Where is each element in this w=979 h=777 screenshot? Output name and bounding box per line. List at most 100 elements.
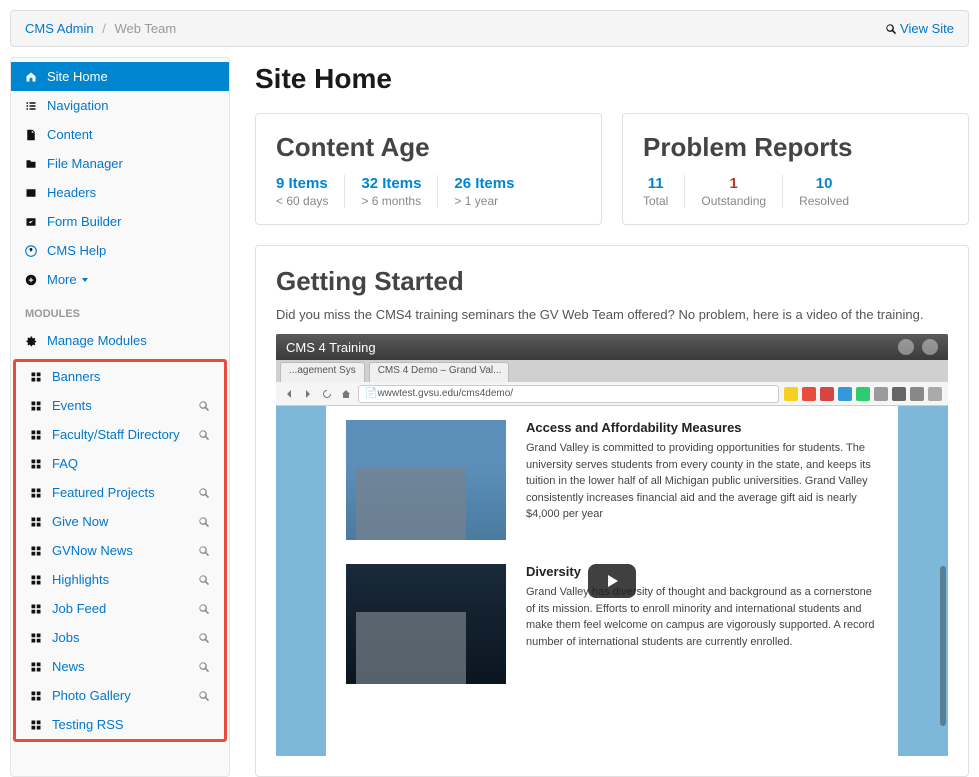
grid-icon (30, 458, 44, 470)
video-title-bar: CMS 4 Training (276, 334, 948, 360)
grid-icon (30, 429, 44, 441)
article-title: Access and Affordability Measures (526, 420, 878, 435)
breadcrumb-root[interactable]: CMS Admin (25, 21, 94, 36)
gear-icon (25, 335, 39, 347)
grid-icon (30, 574, 44, 586)
search-icon[interactable] (198, 487, 210, 499)
image-icon (25, 187, 39, 199)
view-site-link[interactable]: View Site (885, 21, 954, 36)
extension-icons (784, 387, 942, 401)
getting-started-title: Getting Started (276, 266, 948, 297)
magnify-icon (885, 23, 897, 35)
share-icon[interactable] (922, 339, 938, 355)
module-item-highlights[interactable]: Highlights (16, 565, 224, 594)
module-item-events[interactable]: Events (16, 391, 224, 420)
article-title: Diversity (526, 564, 878, 579)
search-icon[interactable] (198, 516, 210, 528)
sidebar-item-file-manager[interactable]: File Manager (11, 149, 229, 178)
grid-icon (30, 400, 44, 412)
problem-reports-card: Problem Reports 11Total1Outstanding10Res… (622, 113, 969, 225)
sidebar-item-navigation[interactable]: Navigation (11, 91, 229, 120)
top-bar: CMS Admin / Web Team View Site (10, 10, 969, 47)
manage-modules-link[interactable]: Manage Modules (11, 326, 229, 355)
module-item-news[interactable]: News (16, 652, 224, 681)
page-title: Site Home (255, 63, 969, 95)
search-icon[interactable] (198, 574, 210, 586)
module-item-gvnow-news[interactable]: GVNow News (16, 536, 224, 565)
getting-started-text: Did you miss the CMS4 training seminars … (276, 307, 948, 322)
browser-tab: CMS 4 Demo – Grand Val... (369, 362, 509, 382)
plus-icon (25, 274, 39, 286)
grid-icon (30, 632, 44, 644)
grid-icon (30, 516, 44, 528)
home-icon (25, 71, 39, 83)
watch-later-icon[interactable] (898, 339, 914, 355)
modules-list-highlighted: BannersEventsFaculty/Staff DirectoryFAQF… (13, 359, 227, 742)
problem-reports-title: Problem Reports (643, 132, 948, 163)
grid-icon (30, 661, 44, 673)
module-item-job-feed[interactable]: Job Feed (16, 594, 224, 623)
stat-item[interactable]: 11Total (643, 175, 685, 208)
browser-tab: ...agement Sys (280, 362, 365, 382)
module-item-jobs[interactable]: Jobs (16, 623, 224, 652)
home-icon (339, 387, 353, 401)
module-item-banners[interactable]: Banners (16, 362, 224, 391)
grid-icon (30, 603, 44, 615)
play-button[interactable] (588, 564, 636, 598)
search-icon[interactable] (198, 632, 210, 644)
video-browser-chrome: ...agement Sys CMS 4 Demo – Grand Val...… (276, 360, 948, 406)
stat-item[interactable]: 1Outstanding (685, 175, 783, 208)
back-icon (282, 387, 296, 401)
module-item-testing-rss[interactable]: Testing RSS (16, 710, 224, 739)
module-item-photo-gallery[interactable]: Photo Gallery (16, 681, 224, 710)
search-icon[interactable] (198, 545, 210, 557)
search-icon[interactable] (198, 400, 210, 412)
article-image (346, 420, 506, 540)
search-icon[interactable] (198, 603, 210, 615)
folder-icon (25, 158, 39, 170)
modules-header: MODULES (11, 294, 229, 326)
breadcrumb-current: Web Team (115, 21, 177, 36)
search-icon[interactable] (198, 661, 210, 673)
article-image (346, 564, 506, 684)
help-icon (25, 245, 39, 257)
sidebar-item-headers[interactable]: Headers (11, 178, 229, 207)
stat-item[interactable]: 32 Items> 6 months (345, 175, 438, 208)
grid-icon (30, 487, 44, 499)
grid-icon (30, 371, 44, 383)
scrollbar-thumb[interactable] (940, 566, 946, 726)
stat-item[interactable]: 26 Items> 1 year (438, 175, 530, 208)
search-icon[interactable] (198, 690, 210, 702)
main-content: Site Home Content Age 9 Items< 60 days32… (255, 57, 969, 777)
stat-item[interactable]: 9 Items< 60 days (276, 175, 345, 208)
grid-icon (30, 545, 44, 557)
module-item-give-now[interactable]: Give Now (16, 507, 224, 536)
reload-icon (320, 387, 334, 401)
module-item-featured-projects[interactable]: Featured Projects (16, 478, 224, 507)
search-icon[interactable] (198, 429, 210, 441)
article-body: Grand Valley is committed to providing o… (526, 440, 878, 523)
getting-started-card: Getting Started Did you miss the CMS4 tr… (255, 245, 969, 777)
video-embed[interactable]: CMS 4 Training ...agement Sys CMS 4 Demo… (276, 334, 948, 756)
article-body: Grand Valley has diversity of thought an… (526, 584, 878, 650)
content-age-title: Content Age (276, 132, 581, 163)
sidebar-item-site-home[interactable]: Site Home (11, 62, 229, 91)
sidebar-item-more[interactable]: More (11, 265, 229, 294)
sidebar: Site HomeNavigationContentFile ManagerHe… (10, 57, 230, 777)
sidebar-item-cms-help[interactable]: CMS Help (11, 236, 229, 265)
list-icon (25, 100, 39, 112)
content-age-card: Content Age 9 Items< 60 days32 Items> 6 … (255, 113, 602, 225)
sidebar-item-form-builder[interactable]: Form Builder (11, 207, 229, 236)
check-icon (25, 216, 39, 228)
breadcrumb: CMS Admin / Web Team (25, 21, 176, 36)
file-icon (25, 129, 39, 141)
forward-icon (301, 387, 315, 401)
module-item-faq[interactable]: FAQ (16, 449, 224, 478)
grid-icon (30, 719, 44, 731)
address-bar: 📄 wwwtest.gvsu.edu/cms4demo/ (358, 385, 779, 403)
sidebar-item-content[interactable]: Content (11, 120, 229, 149)
module-item-faculty-staff-directory[interactable]: Faculty/Staff Directory (16, 420, 224, 449)
grid-icon (30, 690, 44, 702)
video-page-preview: Access and Affordability Measures Grand … (276, 406, 948, 756)
stat-item[interactable]: 10Resolved (783, 175, 865, 208)
